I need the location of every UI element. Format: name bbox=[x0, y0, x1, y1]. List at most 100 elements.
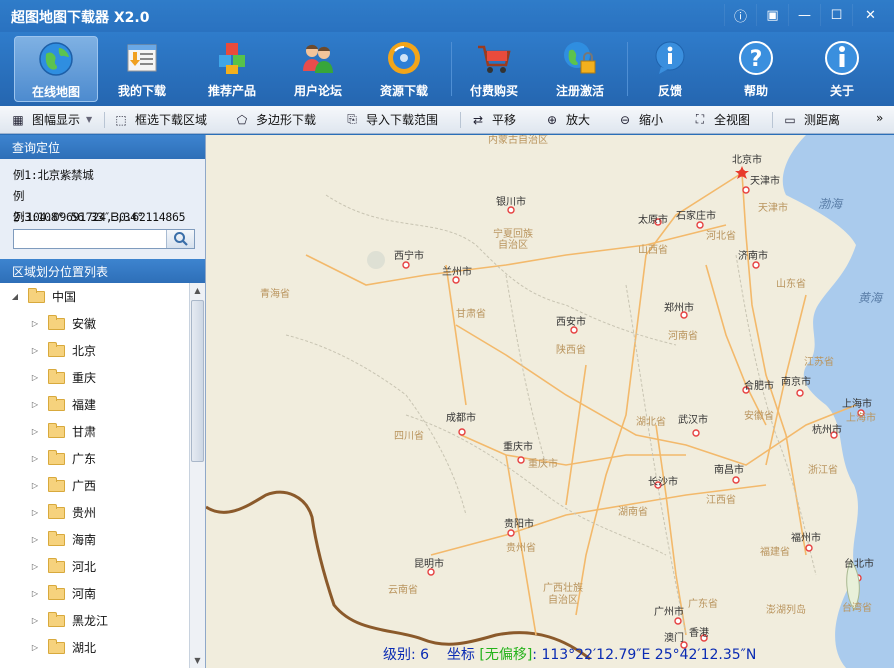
expand-arrow-icon[interactable]: ▷ bbox=[30, 481, 40, 490]
polygon-download-button[interactable]: ⬠ 多边形下载 bbox=[234, 111, 316, 128]
tree-scrollbar[interactable]: ▲ ▼ bbox=[189, 283, 205, 668]
users-icon bbox=[303, 44, 333, 73]
search-button[interactable] bbox=[166, 230, 194, 248]
tree-node-province[interactable]: ▷ 黑龙江 bbox=[0, 607, 190, 634]
resource-disc-icon bbox=[388, 42, 420, 74]
tool-about[interactable]: 关于 bbox=[800, 36, 884, 102]
full-view-icon: ⛶ bbox=[695, 112, 705, 126]
tree-node-province[interactable]: ▷ 湖北 bbox=[0, 634, 190, 661]
info-icon[interactable]: ⓘ bbox=[724, 4, 756, 26]
zoom-out-icon: ⊖ bbox=[619, 112, 631, 127]
pan-button[interactable]: ⇄ 平移 bbox=[470, 111, 516, 128]
tree-node-province[interactable]: ▷ 安徽 bbox=[0, 310, 190, 337]
expand-arrow-icon[interactable]: ▷ bbox=[30, 616, 40, 625]
expand-arrow-icon[interactable]: ▷ bbox=[30, 319, 40, 328]
tree-node-label: 河北 bbox=[72, 560, 97, 574]
tree-node-label: 重庆 bbox=[72, 371, 97, 385]
city-label: 澳门 bbox=[664, 633, 684, 644]
zoom-out-button[interactable]: ⊖ 缩小 bbox=[617, 111, 663, 128]
expand-arrow-icon[interactable]: ▷ bbox=[30, 454, 40, 463]
toolbar-overflow-button[interactable]: » bbox=[876, 111, 883, 125]
expand-arrow-icon[interactable]: ▷ bbox=[30, 346, 40, 355]
expand-arrow-icon[interactable]: ▷ bbox=[30, 535, 40, 544]
city-label: 成都市 bbox=[446, 413, 476, 424]
rect-select-icon: ⬚ bbox=[115, 112, 127, 127]
close-button[interactable]: ✕ bbox=[852, 4, 888, 26]
city-label: 银川市 bbox=[496, 197, 526, 208]
tree-node-province[interactable]: ▷ 海南 bbox=[0, 526, 190, 553]
tree-node-province[interactable]: ▷ 重庆 bbox=[0, 364, 190, 391]
maximize-button[interactable]: ☐ bbox=[820, 4, 852, 26]
city-label: 昆明市 bbox=[414, 559, 444, 570]
map-status-bar: 级别: 6 坐标 [无偏移]: 113°22′12.79″E 25°42′12.… bbox=[383, 644, 756, 664]
level-label: 级别: bbox=[383, 647, 416, 663]
tree-node-province[interactable]: ▷ 河南 bbox=[0, 580, 190, 607]
province-label: 湖南省 bbox=[618, 507, 648, 518]
separator bbox=[772, 112, 773, 128]
tool-forum[interactable]: 用户论坛 bbox=[276, 36, 360, 102]
folder-icon bbox=[48, 584, 65, 600]
expand-arrow-icon[interactable]: ▷ bbox=[30, 589, 40, 598]
scroll-thumb[interactable] bbox=[191, 300, 204, 462]
scroll-down-icon[interactable]: ▼ bbox=[190, 653, 205, 668]
city-label: 南京市 bbox=[781, 377, 811, 388]
province-label: 山西省 bbox=[638, 245, 668, 256]
city-label: 兰州市 bbox=[442, 267, 472, 278]
expand-arrow-icon[interactable]: ▷ bbox=[30, 643, 40, 652]
svg-text:?: ? bbox=[750, 47, 763, 72]
city-label: 贵阳市 bbox=[504, 519, 534, 530]
city-label: 太原市 bbox=[638, 215, 668, 226]
tree-node-label: 安徽 bbox=[72, 317, 97, 331]
folder-icon bbox=[48, 503, 65, 519]
tool-my-downloads[interactable]: 我的下载 bbox=[100, 36, 184, 102]
expand-arrow-icon[interactable]: ▷ bbox=[30, 427, 40, 436]
expand-arrow-icon[interactable]: ▷ bbox=[30, 508, 40, 517]
separator bbox=[460, 112, 461, 128]
folder-icon bbox=[48, 449, 65, 465]
pan-icon: ⇄ bbox=[472, 112, 484, 127]
menu-icon[interactable]: ▣ bbox=[756, 4, 788, 26]
province-label: 内蒙古自治区 bbox=[488, 135, 548, 146]
tree-node-label: 甘肃 bbox=[72, 425, 97, 439]
tool-register[interactable]: 注册激活 bbox=[538, 36, 622, 102]
measure-distance-button[interactable]: ▭ 测距离 bbox=[782, 111, 840, 128]
expand-arrow-icon[interactable]: ▷ bbox=[30, 373, 40, 382]
tree-node-province[interactable]: ▷ 福建 bbox=[0, 391, 190, 418]
tool-feedback[interactable]: 反馈 bbox=[628, 36, 712, 102]
minimize-button[interactable]: — bbox=[788, 4, 820, 26]
province-label: 甘肃省 bbox=[456, 309, 486, 320]
tool-purchase[interactable]: 付费购买 bbox=[452, 36, 536, 102]
import-range-button[interactable]: ⎘ 导入下载范围 bbox=[344, 111, 438, 128]
tool-online-map[interactable]: 在线地图 bbox=[14, 36, 98, 102]
full-view-button[interactable]: ⛶ 全视图 bbox=[692, 111, 750, 128]
tree-node-province[interactable]: ▷ 北京 bbox=[0, 337, 190, 364]
coord-value: : 113°22′12.79″E 25°42′12.35″N bbox=[532, 647, 757, 663]
tree-node-province[interactable]: ▷ 贵州 bbox=[0, 499, 190, 526]
tree-node-province[interactable]: ▷ 甘肃 bbox=[0, 418, 190, 445]
tree-node-label: 湖北 bbox=[72, 641, 97, 655]
expand-arrow-icon[interactable]: ▷ bbox=[30, 562, 40, 571]
tool-help[interactable]: ? 帮助 bbox=[714, 36, 798, 102]
zoom-in-button[interactable]: ⊕ 放大 bbox=[544, 111, 590, 128]
city-label: 杭州市 bbox=[812, 425, 842, 436]
tree-node-province[interactable]: ▷ 广西 bbox=[0, 472, 190, 499]
sea-label: 黄海 bbox=[858, 291, 883, 305]
expand-arrow-icon[interactable]: ◢ bbox=[10, 292, 20, 301]
tree-node-root[interactable]: ◢ 中国 bbox=[0, 283, 190, 310]
download-list-icon bbox=[127, 44, 157, 72]
tree-node-province[interactable]: ▷ 河北 bbox=[0, 553, 190, 580]
tool-resources[interactable]: 资源下载 bbox=[362, 36, 446, 102]
map-view[interactable]: 北京市 天津市 银川市 太原市 石家庄市 西宁市 兰州市 济南市 郑州市 西安市… bbox=[206, 135, 894, 668]
tool-recommended[interactable]: 推荐产品 bbox=[190, 36, 274, 102]
expand-arrow-icon[interactable]: ▷ bbox=[30, 400, 40, 409]
city-label: 台北市 bbox=[844, 559, 874, 570]
tree-node-province[interactable]: ▷ 广东 bbox=[0, 445, 190, 472]
ruler-icon: ▭ bbox=[784, 112, 796, 127]
globe-lock-icon bbox=[564, 42, 596, 74]
folder-icon bbox=[48, 395, 65, 411]
grid-display-button[interactable]: ▦ 图幅显示 ▼ bbox=[10, 111, 92, 128]
rect-select-button[interactable]: ⬚ 框选下载区域 bbox=[113, 111, 207, 128]
scroll-up-icon[interactable]: ▲ bbox=[190, 283, 205, 298]
search-field[interactable] bbox=[13, 229, 195, 249]
cubes-icon bbox=[219, 43, 245, 74]
